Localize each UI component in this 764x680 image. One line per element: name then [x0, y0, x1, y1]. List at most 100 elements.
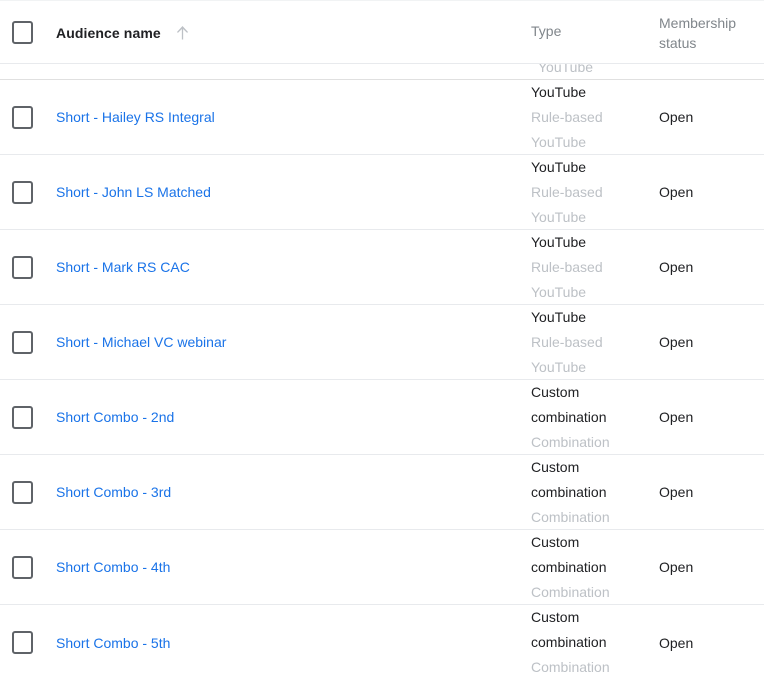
- row-type-secondary-line2: YouTube: [531, 280, 651, 305]
- row-type-primary: Custom: [531, 530, 651, 555]
- row-type-primary: YouTube: [531, 155, 651, 180]
- row-type-primary: Custom: [531, 455, 651, 480]
- membership-status-value: Open: [659, 557, 693, 577]
- audience-name-link[interactable]: Short Combo - 2nd: [56, 407, 174, 427]
- row-name-cell: Short - Hailey RS Integral: [56, 80, 531, 154]
- table-row[interactable]: Short - John LS Matched YouTube Rule-bas…: [0, 155, 764, 230]
- row-checkbox[interactable]: [12, 106, 33, 129]
- row-checkbox[interactable]: [12, 631, 33, 654]
- column-header-type[interactable]: Type: [531, 1, 659, 41]
- arrow-up-icon[interactable]: [175, 24, 190, 41]
- row-name-cell: Short Combo - 3rd: [56, 455, 531, 529]
- audience-table: Audience name Type Membership status You…: [0, 0, 764, 680]
- row-select-cell: [0, 230, 56, 304]
- row-type-cell: Custom combination Combination: [531, 605, 659, 680]
- row-type-primary-line2: combination: [531, 480, 651, 505]
- row-checkbox[interactable]: [12, 406, 33, 429]
- row-status-cell: Open: [659, 380, 764, 454]
- column-header-audience-name[interactable]: Audience name: [56, 1, 531, 64]
- column-header-audience-name-label: Audience name: [56, 25, 161, 41]
- row-checkbox[interactable]: [12, 556, 33, 579]
- row-type-primary-line2: combination: [531, 555, 651, 580]
- row-type-secondary-line2: YouTube: [531, 205, 651, 230]
- row-checkbox[interactable]: [12, 331, 33, 354]
- row-select-cell: [0, 80, 56, 154]
- row-type-primary: YouTube: [531, 80, 651, 105]
- row-select-cell: [0, 380, 56, 454]
- membership-status-value: Open: [659, 482, 693, 502]
- membership-status-value: Open: [659, 182, 693, 202]
- row-type-primary: Custom: [531, 605, 651, 630]
- column-header-membership-status-line1: Membership: [659, 13, 764, 33]
- table-row[interactable]: Short Combo - 5th Custom combination Com…: [0, 605, 764, 680]
- audience-name-link[interactable]: Short - Mark RS CAC: [56, 257, 190, 277]
- row-type-cell: YouTube Rule-based YouTube: [531, 155, 659, 229]
- row-status-cell: Open: [659, 455, 764, 529]
- audience-name-link[interactable]: Short Combo - 5th: [56, 633, 170, 653]
- row-checkbox[interactable]: [12, 181, 33, 204]
- column-header-membership-status-line2: status: [659, 33, 764, 53]
- clipped-row-type-secondary: YouTube: [538, 64, 593, 77]
- row-type-secondary-line1: Combination: [531, 655, 651, 680]
- row-type-secondary-line1: Combination: [531, 580, 651, 605]
- row-type-primary: Custom: [531, 380, 651, 405]
- table-header-row: Audience name Type Membership status: [0, 1, 764, 64]
- row-type-secondary-line1: Combination: [531, 505, 651, 530]
- row-select-cell: [0, 155, 56, 229]
- table-row[interactable]: Short - Mark RS CAC YouTube Rule-based Y…: [0, 230, 764, 305]
- row-type-cell: Custom combination Combination: [531, 455, 659, 529]
- row-select-cell: [0, 305, 56, 379]
- audience-name-link[interactable]: Short - Michael VC webinar: [56, 332, 226, 352]
- row-checkbox[interactable]: [12, 481, 33, 504]
- row-select-cell: [0, 455, 56, 529]
- clipped-table-row[interactable]: YouTube: [0, 64, 764, 80]
- membership-status-value: Open: [659, 257, 693, 277]
- row-type-primary-line2: combination: [531, 630, 651, 655]
- row-select-cell: [0, 530, 56, 604]
- column-header-membership-status[interactable]: Membership status: [659, 1, 764, 53]
- row-type-cell: YouTube Rule-based YouTube: [531, 305, 659, 379]
- row-type-secondary-line1: Rule-based: [531, 180, 651, 205]
- row-status-cell: Open: [659, 230, 764, 304]
- table-row[interactable]: Short Combo - 3rd Custom combination Com…: [0, 455, 764, 530]
- audience-name-link[interactable]: Short Combo - 3rd: [56, 482, 171, 502]
- select-all-checkbox[interactable]: [12, 21, 33, 44]
- row-type-cell: YouTube Rule-based YouTube: [531, 80, 659, 154]
- table-row[interactable]: Short Combo - 2nd Custom combination Com…: [0, 380, 764, 455]
- row-type-cell: Custom combination Combination: [531, 530, 659, 604]
- audience-name-link[interactable]: Short Combo - 4th: [56, 557, 170, 577]
- row-status-cell: Open: [659, 80, 764, 154]
- row-type-cell: YouTube Rule-based YouTube: [531, 230, 659, 304]
- row-checkbox[interactable]: [12, 256, 33, 279]
- row-type-secondary-line1: Rule-based: [531, 255, 651, 280]
- table-row[interactable]: Short Combo - 4th Custom combination Com…: [0, 530, 764, 605]
- table-row[interactable]: Short - Michael VC webinar YouTube Rule-…: [0, 305, 764, 380]
- row-type-secondary-line1: Rule-based: [531, 105, 651, 130]
- row-type-primary-line2: combination: [531, 405, 651, 430]
- row-status-cell: Open: [659, 155, 764, 229]
- row-name-cell: Short Combo - 2nd: [56, 380, 531, 454]
- membership-status-value: Open: [659, 633, 693, 653]
- select-all-cell: [0, 1, 56, 64]
- audience-name-link[interactable]: Short - John LS Matched: [56, 182, 211, 202]
- table-row[interactable]: Short - Hailey RS Integral YouTube Rule-…: [0, 80, 764, 155]
- row-name-cell: Short - John LS Matched: [56, 155, 531, 229]
- audience-name-link[interactable]: Short - Hailey RS Integral: [56, 107, 215, 127]
- row-name-cell: Short Combo - 4th: [56, 530, 531, 604]
- membership-status-value: Open: [659, 407, 693, 427]
- row-status-cell: Open: [659, 530, 764, 604]
- row-type-secondary-line2: YouTube: [531, 355, 651, 380]
- membership-status-value: Open: [659, 107, 693, 127]
- row-type-primary: YouTube: [531, 305, 651, 330]
- column-header-type-label: Type: [531, 21, 651, 41]
- row-status-cell: Open: [659, 305, 764, 379]
- row-status-cell: Open: [659, 605, 764, 680]
- row-name-cell: Short - Mark RS CAC: [56, 230, 531, 304]
- row-name-cell: Short Combo - 5th: [56, 605, 531, 680]
- row-type-cell: Custom combination Combination: [531, 380, 659, 454]
- row-type-secondary-line2: YouTube: [531, 130, 651, 155]
- row-select-cell: [0, 605, 56, 680]
- row-type-secondary-line1: Combination: [531, 430, 651, 455]
- row-type-secondary-line1: Rule-based: [531, 330, 651, 355]
- row-type-primary: YouTube: [531, 230, 651, 255]
